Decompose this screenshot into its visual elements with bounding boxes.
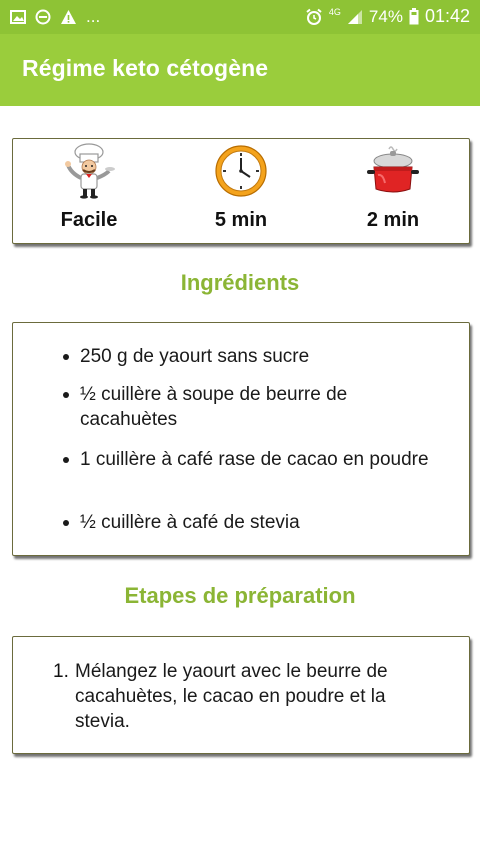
ingredient-text: ½ cuillère à soupe de beurre de cacahuèt… (80, 384, 348, 430)
ingredient-text: ½ cuillère à café de stevia (80, 512, 300, 533)
step-text: Mélangez le yaourt avec le beurre de cac… (75, 661, 388, 732)
clock-icon (215, 145, 267, 197)
signal-icon (347, 9, 362, 24)
cooking-pot-icon (367, 146, 419, 193)
ingredients-title: Ingrédients (180, 270, 300, 295)
battery-level: 74% (368, 6, 403, 26)
status-bar-left: ... (10, 7, 100, 27)
bullet-icon (63, 457, 69, 463)
minus-circle-icon (35, 9, 51, 25)
network-type: 4G (328, 6, 341, 17)
bullet-icon (63, 354, 69, 360)
app-bar: Régime keto cétogène (0, 34, 480, 106)
difficulty-label: Facile (60, 209, 118, 231)
ingredient-text: 1 cuillère à café rase de cacao en poudr… (80, 449, 429, 470)
status-bar-right: 4G 74% 01:42 (305, 6, 470, 27)
steps-title: Etapes de préparation (124, 583, 356, 608)
alarm-icon (306, 8, 322, 25)
ingredient-text: 250 g de yaourt sans sucre (80, 346, 310, 367)
clock: 01:42 (424, 6, 470, 26)
app-title: Régime keto cétogène (22, 55, 269, 81)
bullet-icon (63, 392, 69, 398)
chef-icon (65, 143, 115, 199)
status-ellipsis: ... (86, 7, 101, 26)
prep-time-label: 5 min (214, 209, 268, 231)
steps-card: 1. Mélangez le yaourt avec le beurre de … (12, 636, 470, 754)
prep-time-column: 5 min (165, 139, 317, 243)
bullet-icon (63, 520, 69, 526)
step-number: 1. (53, 661, 69, 682)
recipe-info-card: Facile 5 min 2 min (12, 138, 470, 244)
difficulty-column: Facile (13, 139, 165, 243)
cook-time-label: 2 min (366, 209, 420, 231)
warning-icon (61, 10, 76, 24)
battery-icon (409, 8, 419, 25)
cook-time-column: 2 min (317, 139, 469, 243)
status-bar: ... 4G 74% 01:42 (0, 0, 480, 34)
ingredients-card: 250 g de yaourt sans sucre ½ cuillère à … (12, 322, 470, 556)
image-icon (10, 10, 26, 24)
